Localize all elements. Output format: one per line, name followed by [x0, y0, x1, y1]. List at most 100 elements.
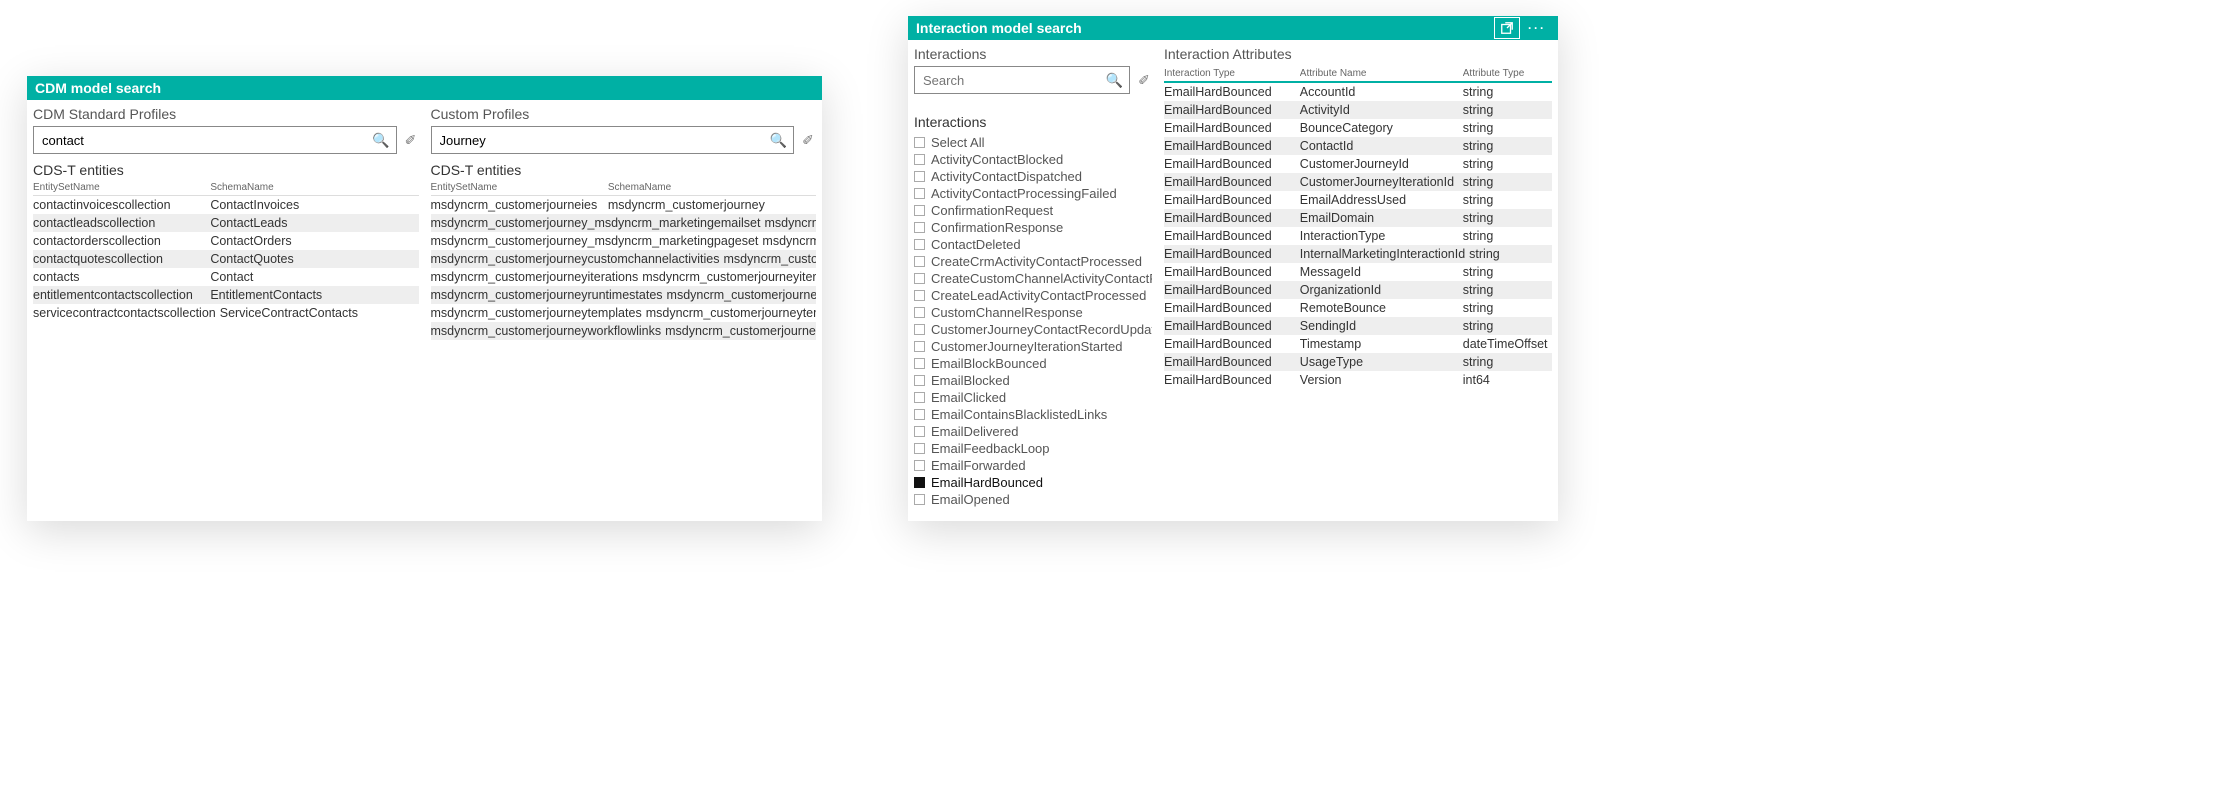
table-row[interactable]: msdyncrm_customerjourney_msdyncrm_market…	[431, 214, 817, 232]
interaction-item[interactable]: CustomerJourneyContactRecordUpdated	[914, 321, 1152, 338]
attribute-type: string	[1463, 137, 1552, 155]
entity-set-name: contactquotescollection	[33, 250, 210, 268]
checkbox-icon[interactable]	[914, 222, 925, 233]
custom-search-box[interactable]: 🔍	[431, 126, 795, 154]
interaction-item[interactable]: EmailOpened	[914, 491, 1152, 508]
checkbox-icon[interactable]	[914, 426, 925, 437]
table-row[interactable]: contactinvoicescollectionContactInvoices	[33, 196, 419, 214]
table-row[interactable]: msdyncrm_customerjourneyiterationsmsdync…	[431, 268, 817, 286]
search-icon: 🔍	[1106, 72, 1123, 89]
interaction-item[interactable]: CustomerJourneyIterationStarted	[914, 338, 1152, 355]
eraser-icon[interactable]: ✐	[800, 132, 816, 148]
interaction-item[interactable]: EmailForwarded	[914, 457, 1152, 474]
table-row[interactable]: msdyncrm_customerjourneycustomchannelact…	[431, 250, 817, 268]
interaction-item[interactable]: CreateCrmActivityContactProcessed	[914, 253, 1152, 270]
checkbox-icon[interactable]	[914, 324, 925, 335]
table-row[interactable]: contactsContact	[33, 268, 419, 286]
table-row[interactable]: msdyncrm_customerjourney_msdyncrm_market…	[431, 232, 817, 250]
interaction-item[interactable]: ActivityContactDispatched	[914, 168, 1152, 185]
checkbox-icon[interactable]	[914, 341, 925, 352]
eraser-icon[interactable]: ✐	[403, 132, 419, 148]
interaction-item[interactable]: EmailContainsBlacklistedLinks	[914, 406, 1152, 423]
table-row[interactable]: EmailHardBouncedEmailAddressUsedstring	[1164, 191, 1552, 209]
checkbox-icon[interactable]	[914, 375, 925, 386]
popout-icon[interactable]	[1494, 17, 1520, 39]
interaction-item-label: ActivityContactBlocked	[931, 152, 1063, 167]
checkbox-icon[interactable]	[914, 205, 925, 216]
checkbox-icon[interactable]	[914, 290, 925, 301]
checkbox-icon[interactable]	[914, 460, 925, 471]
table-row[interactable]: msdyncrm_customerjourneyruntimestatesmsd…	[431, 286, 817, 304]
table-row[interactable]: EmailHardBouncedOrganizationIdstring	[1164, 281, 1552, 299]
interaction-item[interactable]: ActivityContactProcessingFailed	[914, 185, 1152, 202]
more-icon[interactable]: ···	[1524, 17, 1550, 39]
interactions-search-box[interactable]: 🔍	[914, 66, 1130, 94]
interaction-item[interactable]: EmailHardBounced	[914, 474, 1152, 491]
table-row[interactable]: EmailHardBouncedInternalMarketingInterac…	[1164, 245, 1552, 263]
col-header: Interaction Type	[1164, 68, 1300, 79]
interaction-item[interactable]: ConfirmationRequest	[914, 202, 1152, 219]
table-row[interactable]: EmailHardBouncedMessageIdstring	[1164, 263, 1552, 281]
table-row[interactable]: EmailHardBouncedAccountIdstring	[1164, 83, 1552, 101]
table-row[interactable]: msdyncrm_customerjourneytemplatesmsdyncr…	[431, 304, 817, 322]
table-row[interactable]: EmailHardBouncedTimestampdateTimeOffset	[1164, 335, 1552, 353]
interaction-item[interactable]: CreateCustomChannelActivityContactProc..…	[914, 270, 1152, 287]
table-row[interactable]: msdyncrm_customerjourneyworkflowlinksmsd…	[431, 322, 817, 340]
table-row[interactable]: msdyncrm_customerjourneiesmsdyncrm_custo…	[431, 196, 817, 214]
interaction-item-label: CreateLeadActivityContactProcessed	[931, 288, 1146, 303]
interaction-type: EmailHardBounced	[1164, 137, 1300, 155]
schema-name: msdyncrm_customerjourney_msdyncrm_market…	[764, 214, 816, 232]
checkbox-icon[interactable]	[914, 137, 925, 148]
checkbox-icon[interactable]	[914, 188, 925, 199]
interaction-item[interactable]: EmailDelivered	[914, 423, 1152, 440]
table-row[interactable]: EmailHardBouncedInteractionTypestring	[1164, 227, 1552, 245]
table-row[interactable]: EmailHardBouncedUsageTypestring	[1164, 353, 1552, 371]
checkbox-icon[interactable]	[914, 409, 925, 420]
table-row[interactable]: EmailHardBouncedCustomerJourneyIteration…	[1164, 173, 1552, 191]
table-row[interactable]: EmailHardBouncedContactIdstring	[1164, 137, 1552, 155]
table-row[interactable]: EmailHardBouncedBounceCategorystring	[1164, 119, 1552, 137]
interaction-item[interactable]: CreateLeadActivityContactProcessed	[914, 287, 1152, 304]
table-row[interactable]: EmailHardBouncedVersionint64	[1164, 371, 1552, 389]
table-row[interactable]: contactquotescollectionContactQuotes	[33, 250, 419, 268]
interaction-item-label: EmailContainsBlacklistedLinks	[931, 407, 1107, 422]
interaction-type: EmailHardBounced	[1164, 263, 1300, 281]
checkbox-icon[interactable]	[914, 171, 925, 182]
table-row[interactable]: servicecontractcontactscollectionService…	[33, 304, 419, 322]
custom-search-input[interactable]	[438, 132, 770, 149]
schema-name: ContactQuotes	[210, 250, 418, 268]
interaction-item[interactable]: EmailClicked	[914, 389, 1152, 406]
checkbox-icon[interactable]	[914, 494, 925, 505]
table-row[interactable]: entitlementcontactscollectionEntitlement…	[33, 286, 419, 304]
checkbox-icon[interactable]	[914, 273, 925, 284]
interaction-item[interactable]: EmailFeedbackLoop	[914, 440, 1152, 457]
checkbox-icon[interactable]	[914, 256, 925, 267]
checkbox-icon[interactable]	[914, 239, 925, 250]
interaction-item[interactable]: Select All	[914, 134, 1152, 151]
std-search-box[interactable]: 🔍	[33, 126, 397, 154]
interactions-search-input[interactable]	[921, 72, 1106, 89]
checkbox-icon[interactable]	[914, 477, 925, 488]
checkbox-icon[interactable]	[914, 358, 925, 369]
interaction-item[interactable]: ConfirmationResponse	[914, 219, 1152, 236]
table-row[interactable]: EmailHardBouncedEmailDomainstring	[1164, 209, 1552, 227]
table-row[interactable]: EmailHardBouncedCustomerJourneyIdstring	[1164, 155, 1552, 173]
interaction-item[interactable]: CustomChannelResponse	[914, 304, 1152, 321]
attribute-type: string	[1463, 119, 1552, 137]
col-header: Attribute Type	[1463, 68, 1552, 79]
table-row[interactable]: contactleadscollectionContactLeads	[33, 214, 419, 232]
checkbox-icon[interactable]	[914, 392, 925, 403]
interaction-item[interactable]: EmailBlockBounced	[914, 355, 1152, 372]
interaction-item[interactable]: ContactDeleted	[914, 236, 1152, 253]
std-search-input[interactable]	[40, 132, 372, 149]
table-row[interactable]: contactorderscollectionContactOrders	[33, 232, 419, 250]
interaction-item[interactable]: ActivityContactBlocked	[914, 151, 1152, 168]
table-row[interactable]: EmailHardBouncedRemoteBouncestring	[1164, 299, 1552, 317]
table-row[interactable]: EmailHardBouncedSendingIdstring	[1164, 317, 1552, 335]
eraser-icon[interactable]: ✐	[1136, 72, 1152, 88]
checkbox-icon[interactable]	[914, 307, 925, 318]
checkbox-icon[interactable]	[914, 154, 925, 165]
interaction-item[interactable]: EmailBlocked	[914, 372, 1152, 389]
checkbox-icon[interactable]	[914, 443, 925, 454]
table-row[interactable]: EmailHardBouncedActivityIdstring	[1164, 101, 1552, 119]
